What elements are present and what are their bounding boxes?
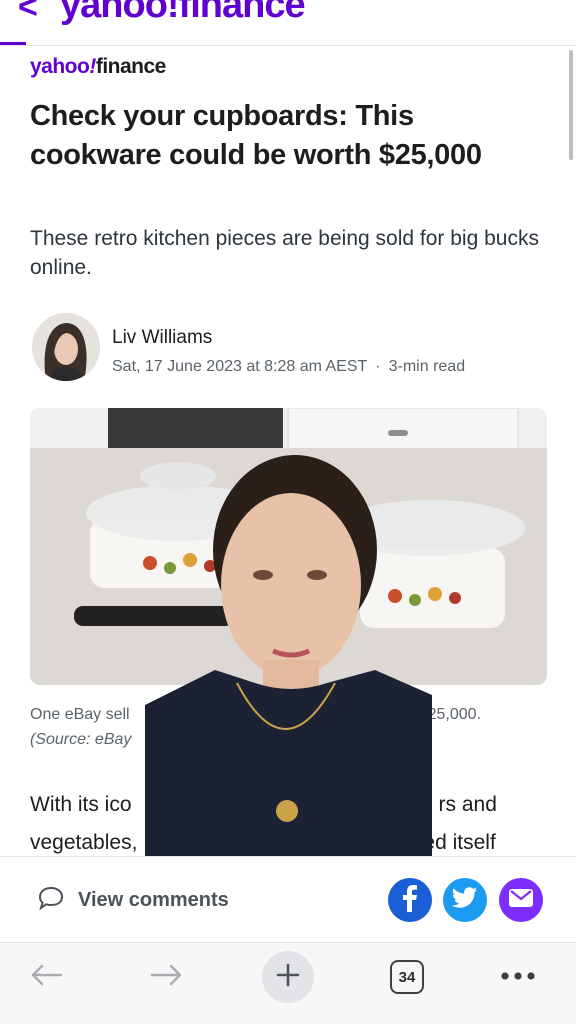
- browser-back-button[interactable]: [22, 953, 70, 1001]
- twitter-share-button[interactable]: [443, 878, 487, 922]
- author-avatar[interactable]: [32, 313, 100, 381]
- article-meta: Sat, 17 June 2023 at 8:28 am AEST · 3-min …: [112, 358, 465, 376]
- back-arrow-icon: [29, 963, 63, 992]
- twitter-icon: [451, 886, 478, 914]
- yahoo-finance-logo[interactable]: yahoo!finance: [30, 55, 166, 79]
- facebook-icon: [398, 884, 422, 917]
- author-name[interactable]: Liv Williams: [112, 327, 212, 349]
- mail-share-button[interactable]: [499, 878, 543, 922]
- article-headline: Check your cupboards: This cookware coul…: [30, 100, 482, 171]
- top-nav: < yahoo!finance: [0, 0, 576, 46]
- logo-yahoo: yahoo: [30, 55, 90, 78]
- more-icon: [500, 968, 536, 986]
- plus-icon: [276, 963, 300, 992]
- meta-separator: ·: [375, 358, 381, 375]
- more-menu-button[interactable]: [496, 953, 540, 1001]
- logo-finance: finance: [95, 55, 167, 78]
- view-comments-label: View comments: [78, 888, 229, 911]
- browser-toolbar: 34: [0, 942, 576, 1024]
- back-icon[interactable]: <: [18, 0, 38, 27]
- facebook-share-button[interactable]: [388, 878, 432, 922]
- new-tab-button[interactable]: [262, 951, 314, 1003]
- scrollbar[interactable]: [569, 50, 573, 160]
- caption-text-left: One eBay sell: [30, 706, 130, 723]
- read-time: 3-min read: [388, 358, 466, 375]
- tabs-button[interactable]: 34: [390, 960, 424, 994]
- body-line-2-right: ed itself: [423, 831, 496, 854]
- speech-bubble-icon: [38, 886, 64, 915]
- publish-date: Sat, 17 June 2023 at 8:28 am AEST: [112, 358, 368, 375]
- mail-icon: [508, 888, 534, 913]
- body-line-2-left: vegetables,: [30, 831, 138, 854]
- tab-count: 34: [398, 968, 416, 986]
- video-overlay-presenter[interactable]: [145, 455, 432, 870]
- author-byline: Liv Williams Sat, 17 June 2023 at 8:28 a…: [32, 313, 552, 385]
- article-action-bar: View comments: [0, 856, 576, 942]
- article-subheadline: These retro kitchen pieces are being sol…: [30, 227, 539, 279]
- body-line-1-right: rs and: [438, 793, 497, 816]
- nav-active-indicator: [0, 42, 26, 45]
- forward-arrow-icon: [150, 963, 184, 992]
- top-nav-logo[interactable]: yahoo!finance: [60, 0, 306, 27]
- body-line-1-left: With its ico: [30, 793, 132, 816]
- browser-forward-button[interactable]: [143, 953, 191, 1001]
- view-comments-button[interactable]: View comments: [38, 885, 229, 915]
